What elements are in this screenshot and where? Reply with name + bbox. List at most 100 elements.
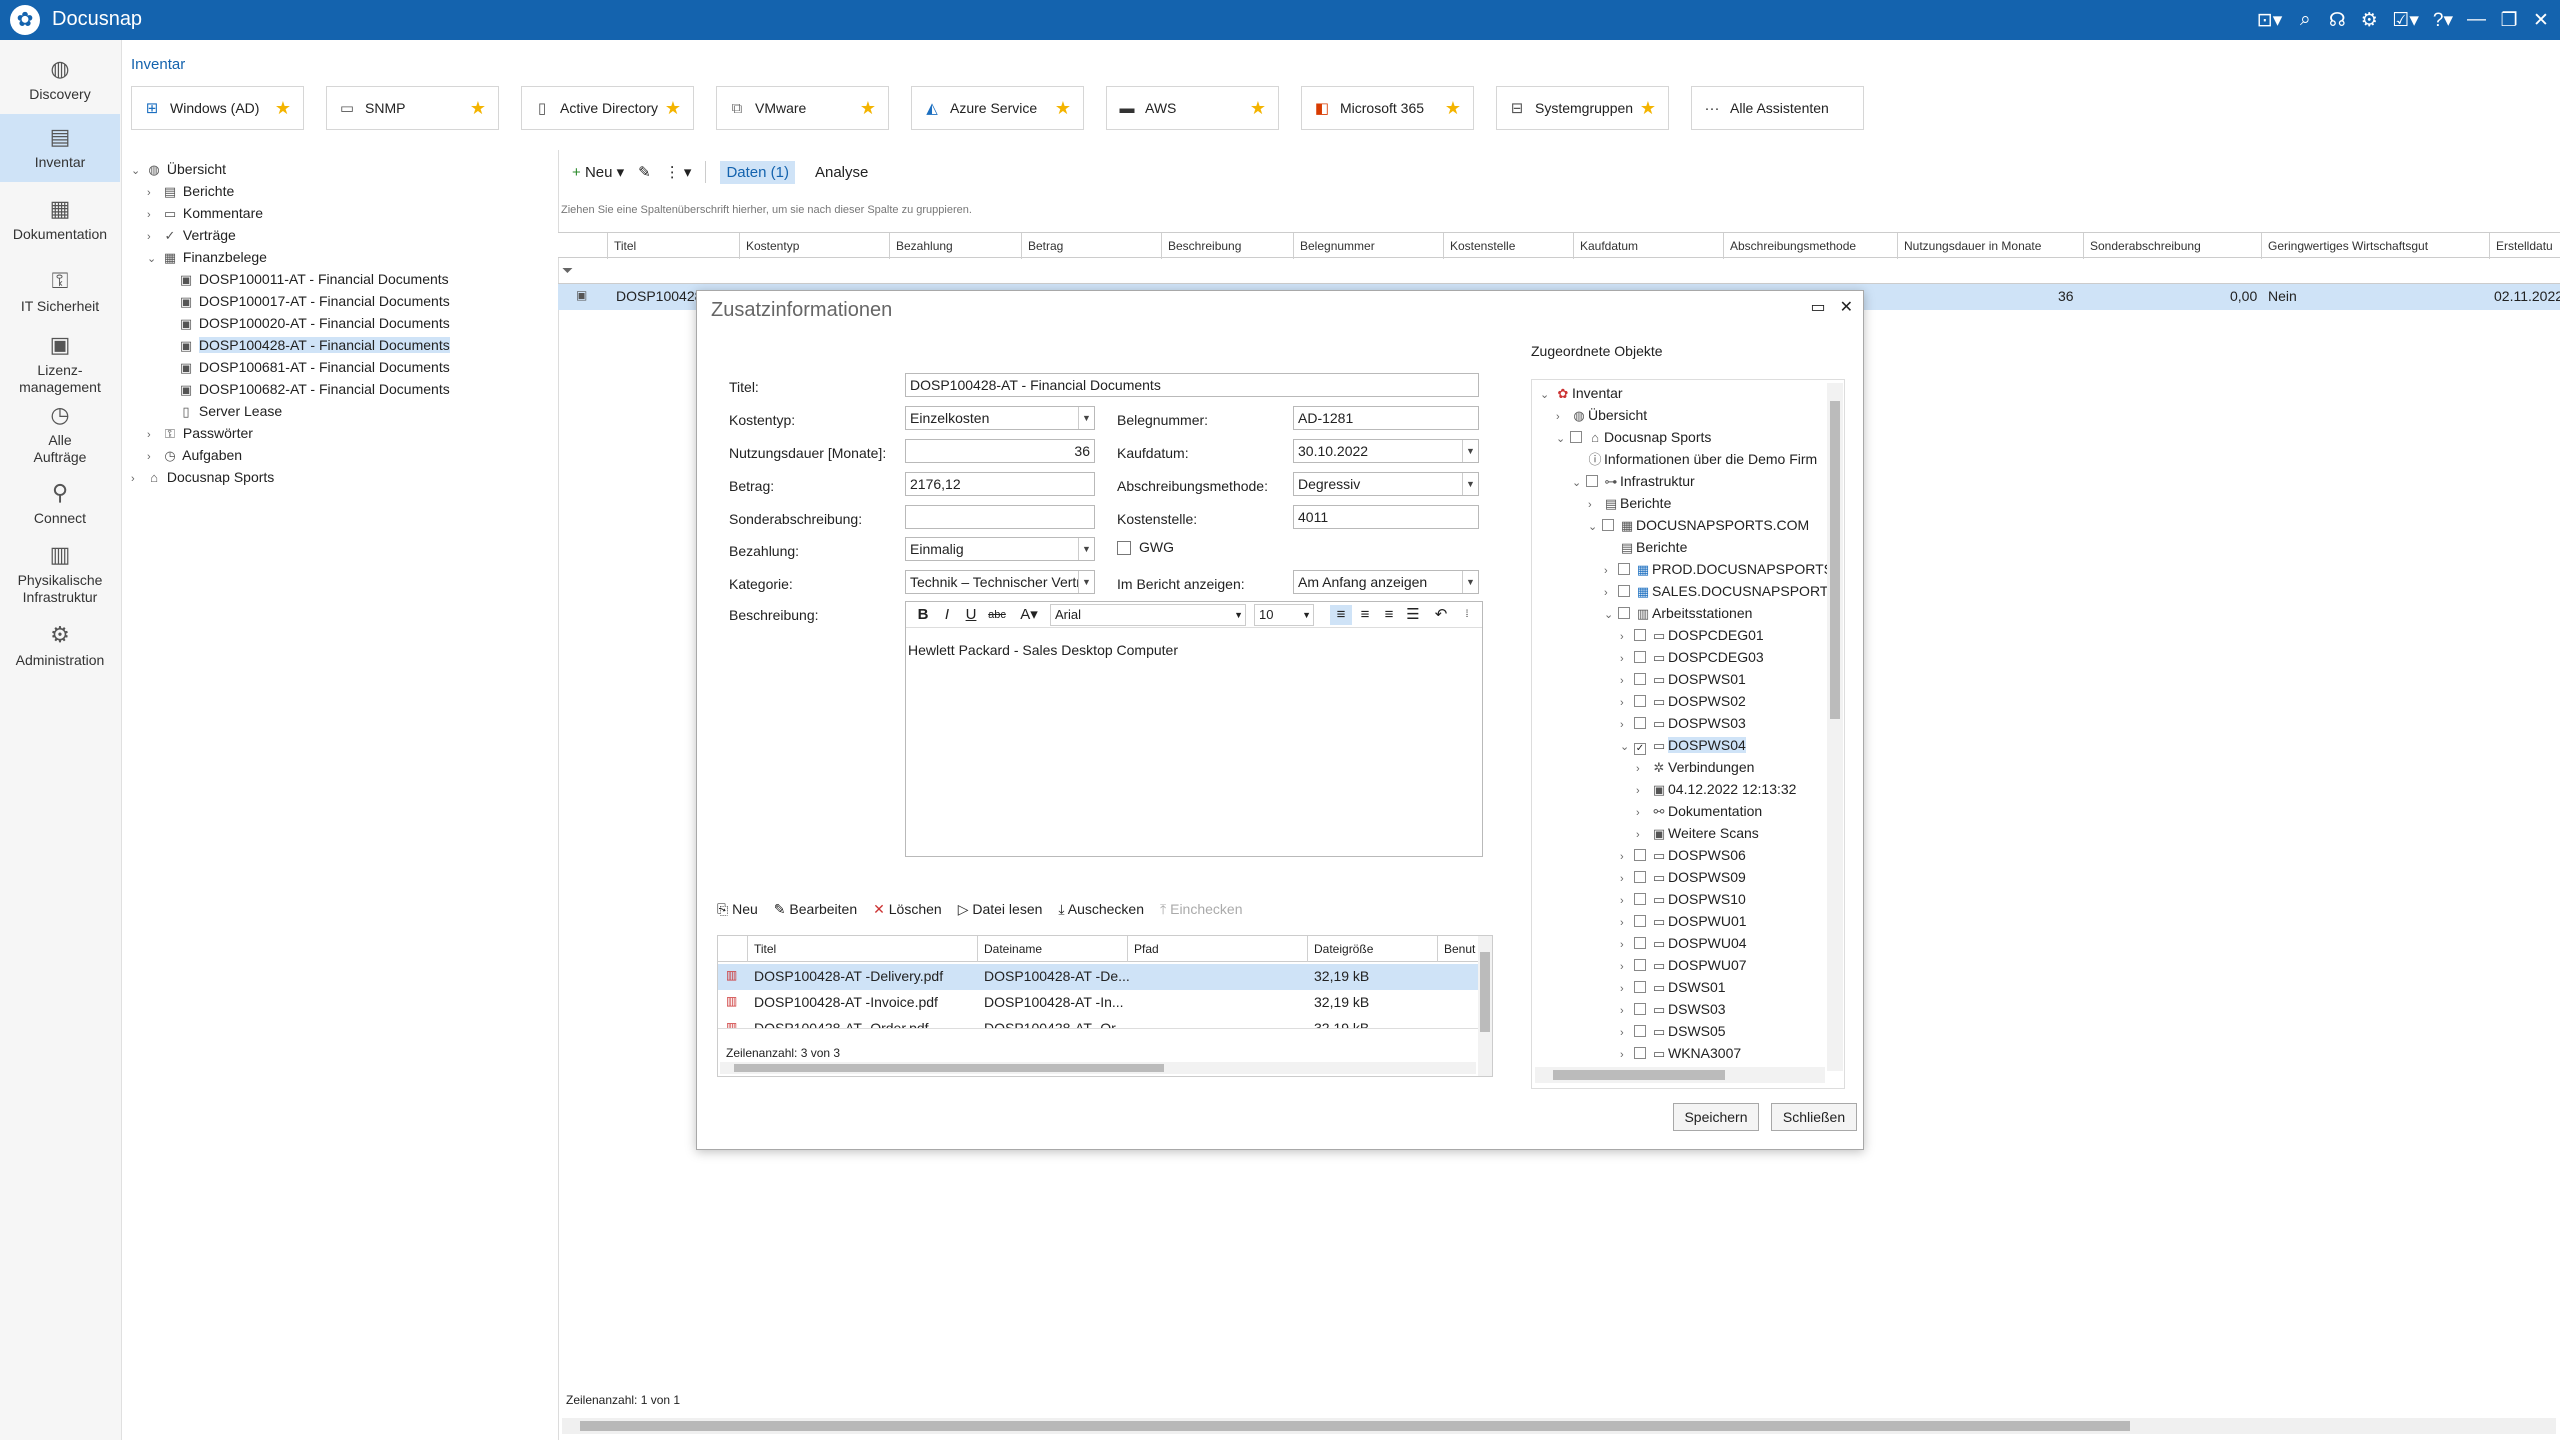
tree-item-dosp100682[interactable]: ▣ DOSP100682-AT - Financial Documents [177, 378, 450, 400]
assigned-tree-item[interactable]: › ▤ Berichte [1588, 492, 1671, 514]
assigned-tree-item[interactable]: ▤ Berichte [1604, 536, 1688, 558]
star-icon[interactable]: ★ [275, 98, 291, 119]
align-right-icon[interactable]: ≡ [1378, 605, 1400, 625]
chevron-down-icon[interactable]: ▼ [1462, 440, 1478, 462]
gear-icon[interactable]: ⚙ [2360, 9, 2378, 32]
assistant-active-directory[interactable]: ▯ Active Directory ★ [521, 86, 694, 130]
kategorie-select[interactable]: Technik – Technischer Vertr ▼ [905, 570, 1095, 594]
table-row[interactable]: ▥ DOSP100428-AT -Delivery.pdf DOSP100428… [718, 964, 1478, 990]
chevron-down-icon[interactable]: ⌄ [131, 160, 145, 182]
assigned-tree-item[interactable]: › ▣ 04.12.2022 12:13:32 [1636, 778, 1796, 800]
checkbox[interactable] [1634, 1003, 1646, 1015]
chevron-down-icon[interactable]: ▼ [1462, 571, 1478, 593]
strikethrough-icon[interactable]: abc [986, 605, 1008, 625]
checkbox[interactable] [1634, 915, 1646, 927]
maximize-icon[interactable]: ▭ [1810, 297, 1825, 317]
chevron-right-icon[interactable]: › [1604, 582, 1618, 604]
assigned-tree-item[interactable]: › ▭ DOSPWS09 [1620, 866, 1746, 888]
tree-item-dosp100020[interactable]: ▣ DOSP100020-AT - Financial Documents [177, 312, 450, 334]
assigned-tree-item[interactable]: › ▭ DOSPWU04 [1620, 932, 1747, 954]
betrag-field[interactable]: 2176,12 [905, 472, 1095, 496]
breadcrumb[interactable]: Inventar [131, 56, 185, 73]
assigned-tree-item[interactable]: › ⚯ Dokumentation [1636, 800, 1762, 822]
assigned-tree-item[interactable]: ⌄ ▥ Arbeitsstationen [1604, 602, 1752, 624]
align-center-icon[interactable]: ≡ [1354, 605, 1376, 625]
assigned-tree-item[interactable]: › ▭ DOSPWS10 [1620, 888, 1746, 910]
grid-column-titel[interactable]: Titel [608, 233, 740, 259]
chevron-right-icon[interactable]: › [147, 204, 161, 226]
checklist-icon[interactable]: ☑▾ [2392, 9, 2419, 32]
attach-read-button[interactable]: ▷ Datei lesen [958, 901, 1043, 918]
assigned-tree-item[interactable]: › ▭ DOSPWU07 [1620, 954, 1747, 976]
chevron-down-icon[interactable]: ⌄ [1572, 472, 1586, 494]
close-icon[interactable]: ✕ [2532, 9, 2550, 32]
assigned-tree-item[interactable]: › ▭ DSWS05 [1620, 1020, 1726, 1042]
assigned-tree-item[interactable]: › ▭ DSWS01 [1620, 976, 1726, 998]
tree-item-vertraege[interactable]: › ✓ Verträge [147, 224, 236, 246]
nav-lizenzmanagement[interactable]: ▣ Lizenz- management [0, 328, 120, 395]
assigned-tree-item[interactable]: › ▦ PROD.DOCUSNAPSPORTS [1604, 558, 1833, 580]
chevron-right-icon[interactable]: › [1620, 934, 1634, 956]
chevron-right-icon[interactable]: › [131, 468, 145, 490]
kostenstelle-field[interactable]: 4011 [1293, 505, 1479, 529]
chevron-right-icon[interactable]: › [1636, 758, 1650, 780]
chevron-right-icon[interactable]: › [1588, 494, 1602, 516]
chevron-right-icon[interactable]: › [1620, 648, 1634, 670]
abschreibungsmethode-select[interactable]: Degressiv ▼ [1293, 472, 1479, 496]
tree-item-aufgaben[interactable]: › ◷ Aufgaben [147, 444, 242, 466]
table-row[interactable]: ▥ DOSP100428-AT -Invoice.pdf DOSP100428-… [718, 990, 1478, 1016]
bullet-list-icon[interactable]: ☰ [1402, 605, 1424, 625]
assigned-tree-item[interactable]: › ▣ Weitere Scans [1636, 822, 1759, 844]
grid-column-erstelldatum[interactable]: Erstelldatu [2490, 233, 2560, 259]
scroll-thumb[interactable] [580, 1421, 2130, 1431]
attach-column-titel[interactable]: Titel [748, 936, 978, 962]
assigned-tree-item[interactable]: ⌄ ✿ Inventar [1540, 382, 1623, 404]
attach-delete-button[interactable]: ✕ Löschen [873, 901, 942, 918]
checkbox[interactable] [1634, 1025, 1646, 1037]
grid-column-kostentyp[interactable]: Kostentyp [740, 233, 890, 259]
assigned-tree-item[interactable]: › ▭ WKNA3007 [1620, 1042, 1741, 1064]
chevron-right-icon[interactable]: › [1620, 1000, 1634, 1022]
chevron-right-icon[interactable]: › [1636, 824, 1650, 846]
assigned-tree-item[interactable]: ⌄ ✓ ▭ DOSPWS04 [1620, 734, 1746, 756]
grid-column-betrag[interactable]: Betrag [1022, 233, 1162, 259]
close-icon[interactable]: ✕ [1840, 297, 1853, 317]
chevron-down-icon[interactable]: ▼ [1078, 571, 1094, 593]
assigned-horizontal-scrollbar[interactable] [1535, 1067, 1825, 1083]
nav-inventar[interactable]: ▤ Inventar [0, 114, 120, 182]
assigned-tree-item[interactable]: ⌄ ▦ DOCUSNAPSPORTS.COM [1588, 514, 1809, 536]
kaufdatum-field[interactable]: 30.10.2022 ▼ [1293, 439, 1479, 463]
chevron-down-icon[interactable]: ▼ [1078, 538, 1094, 560]
assigned-tree-item[interactable]: › ▭ DOSPWS01 [1620, 668, 1746, 690]
chevron-right-icon[interactable]: › [1620, 956, 1634, 978]
close-button[interactable]: Schließen [1771, 1103, 1857, 1131]
tree-item-server-lease[interactable]: ▯ Server Lease [177, 400, 282, 422]
nav-it-sicherheit[interactable]: ⚿ IT Sicherheit [0, 264, 120, 326]
checkbox[interactable] [1634, 695, 1646, 707]
star-icon[interactable]: ★ [470, 98, 486, 119]
assigned-vertical-scrollbar[interactable] [1827, 383, 1843, 1071]
chevron-right-icon[interactable]: › [1636, 802, 1650, 824]
checkbox[interactable] [1634, 651, 1646, 663]
chevron-right-icon[interactable]: › [1556, 406, 1570, 428]
assigned-tree-item[interactable]: › ▭ DOSPWS02 [1620, 690, 1746, 712]
checkbox[interactable] [1586, 475, 1598, 487]
grid-column-beschreibung[interactable]: Beschreibung [1162, 233, 1294, 259]
tab-analyse[interactable]: Analyse [809, 161, 874, 184]
chevron-right-icon[interactable]: › [1604, 560, 1618, 582]
assigned-tree-item[interactable]: › ▭ DOSPWS06 [1620, 844, 1746, 866]
assistant-snmp[interactable]: ▭ SNMP ★ [326, 86, 499, 130]
attach-horizontal-scrollbar[interactable] [720, 1062, 1476, 1074]
table-row[interactable]: ▥ DOSP100428-AT -Order.pdf DOSP100428-AT… [718, 1016, 1478, 1028]
maximize-icon[interactable]: ❐ [2500, 9, 2518, 32]
assigned-tree-item[interactable]: › ✲ Verbindungen [1636, 756, 1754, 778]
attach-vertical-scrollbar[interactable] [1478, 936, 1492, 1076]
sonderabschreibung-field[interactable] [905, 505, 1095, 529]
belegnummer-field[interactable]: AD-1281 [1293, 406, 1479, 430]
tree-item-passwoerter[interactable]: › ⚿ Passwörter [147, 422, 253, 444]
checkbox[interactable] [1634, 1047, 1646, 1059]
im-bericht-anzeigen-select[interactable]: Am Anfang anzeigen ▼ [1293, 570, 1479, 594]
scroll-thumb[interactable] [1830, 401, 1840, 719]
chevron-right-icon[interactable]: › [1620, 978, 1634, 1000]
chevron-right-icon[interactable]: › [147, 182, 161, 204]
